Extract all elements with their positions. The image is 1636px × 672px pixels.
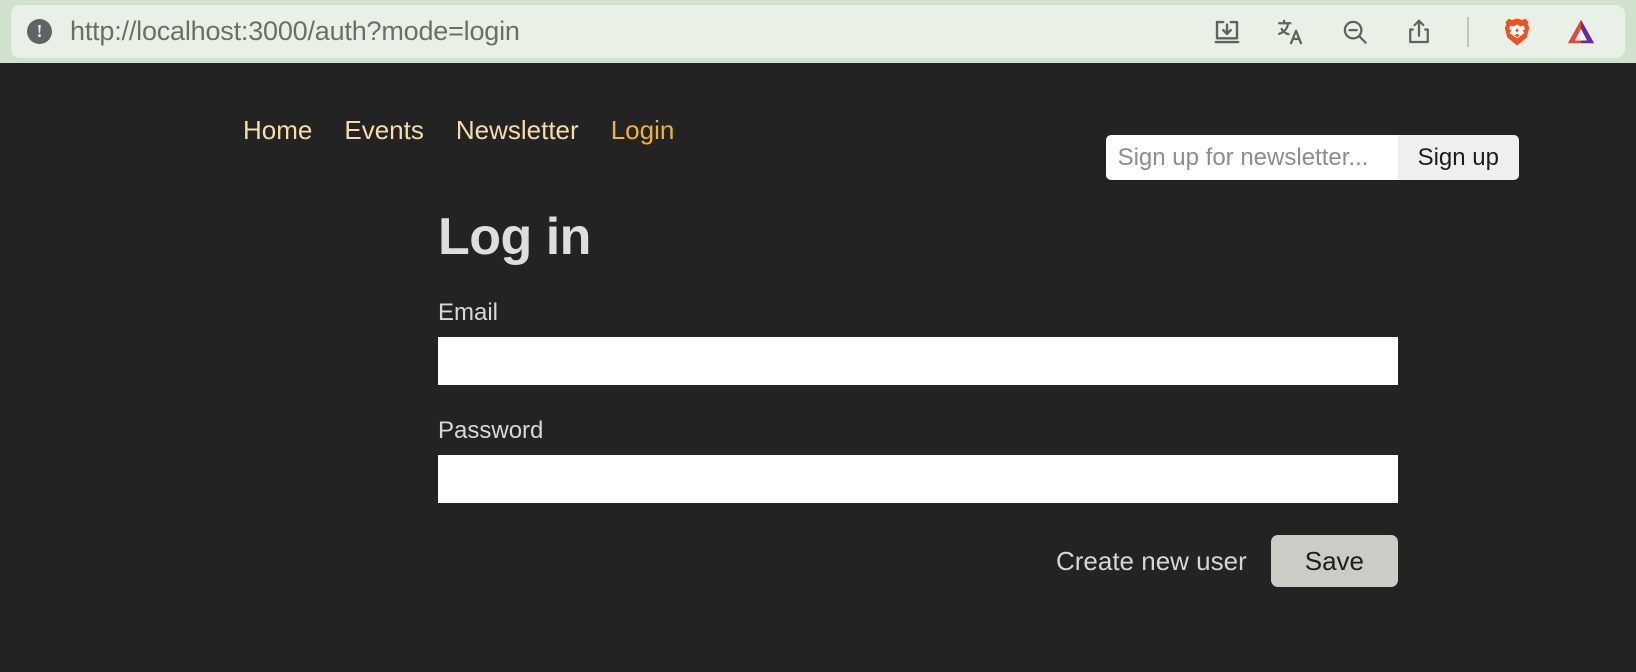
nav-link-events[interactable]: Events [344,115,424,146]
download-icon[interactable] [1211,16,1243,48]
chrome-divider [1467,16,1469,47]
newsletter-signup-form: Sign up [1105,135,1519,180]
form-control-email: Email [438,299,1398,385]
page-title: Log in [438,208,591,266]
brave-lion-icon[interactable] [1501,16,1533,48]
form-actions: Create new user Save [438,535,1398,587]
bat-triangle-icon[interactable] [1565,16,1597,48]
newsletter-signup-button[interactable]: Sign up [1397,135,1519,180]
email-field[interactable] [438,337,1398,385]
create-new-user-button[interactable]: Create new user [1054,540,1249,583]
url-bar[interactable]: ! http://localhost:3000/auth?mode=login [11,5,1625,58]
password-label: Password [438,417,544,444]
save-button[interactable]: Save [1270,535,1398,587]
form-control-password: Password [438,417,1398,503]
password-field[interactable] [438,455,1398,503]
translate-icon[interactable] [1275,16,1307,48]
newsletter-email-input[interactable] [1105,135,1398,180]
site-header: Home Events Newsletter Login Sign up [0,63,1636,181]
nav-link-home[interactable]: Home [243,115,312,146]
page-main: Log in Email Password Create new user Sa… [0,181,1636,672]
main-nav: Home Events Newsletter Login [243,115,674,146]
url-text[interactable]: http://localhost:3000/auth?mode=login [70,16,520,47]
email-label: Email [438,299,499,326]
nav-link-login[interactable]: Login [611,115,675,146]
share-icon[interactable] [1403,16,1435,48]
auth-form: Log in Email Password Create new user Sa… [438,181,1398,587]
site-info-icon[interactable]: ! [27,19,52,44]
chrome-actions [1211,16,1609,48]
nav-link-newsletter[interactable]: Newsletter [456,115,579,146]
zoom-out-icon[interactable] [1339,16,1371,48]
browser-chrome: ! http://localhost:3000/auth?mode=login [0,0,1636,63]
